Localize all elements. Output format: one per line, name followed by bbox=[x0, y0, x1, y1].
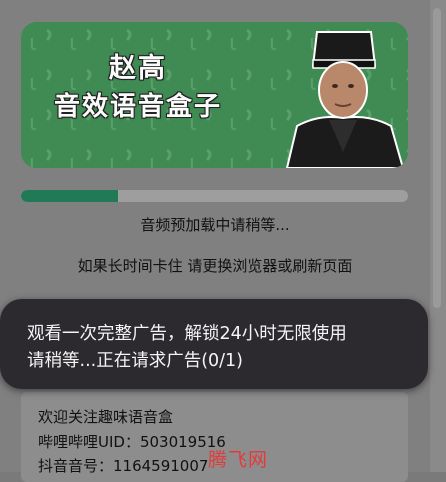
loading-hint-text: 如果长时间卡住 请更换浏览器或刷新页面 bbox=[77, 257, 353, 275]
toast-message: 观看一次完整广告，解锁24小时无限使用 bbox=[27, 324, 347, 344]
info-bilibili-uid: 哔哩哔哩UID：503019516 bbox=[38, 433, 226, 451]
banner-title-subtitle: 音效语音盒子 bbox=[53, 92, 222, 122]
watermark: 腾飞网 bbox=[208, 449, 269, 471]
loading-progress-fill bbox=[21, 190, 118, 202]
loading-status-text: 音频预加载中请稍等... bbox=[140, 216, 290, 234]
portrait-zhao-gao-icon bbox=[285, 31, 405, 168]
banner-title-name: 赵高 bbox=[109, 53, 167, 84]
toast-status: 请稍等...正在请求广告(0/1) bbox=[27, 351, 244, 371]
info-welcome: 欢迎关注趣味语音盒 bbox=[38, 408, 174, 426]
info-douyin-id: 抖音音号：1164591007 bbox=[38, 457, 209, 475]
loading-progress-bar bbox=[21, 190, 408, 202]
scrollbar-thumb[interactable] bbox=[433, 8, 441, 308]
